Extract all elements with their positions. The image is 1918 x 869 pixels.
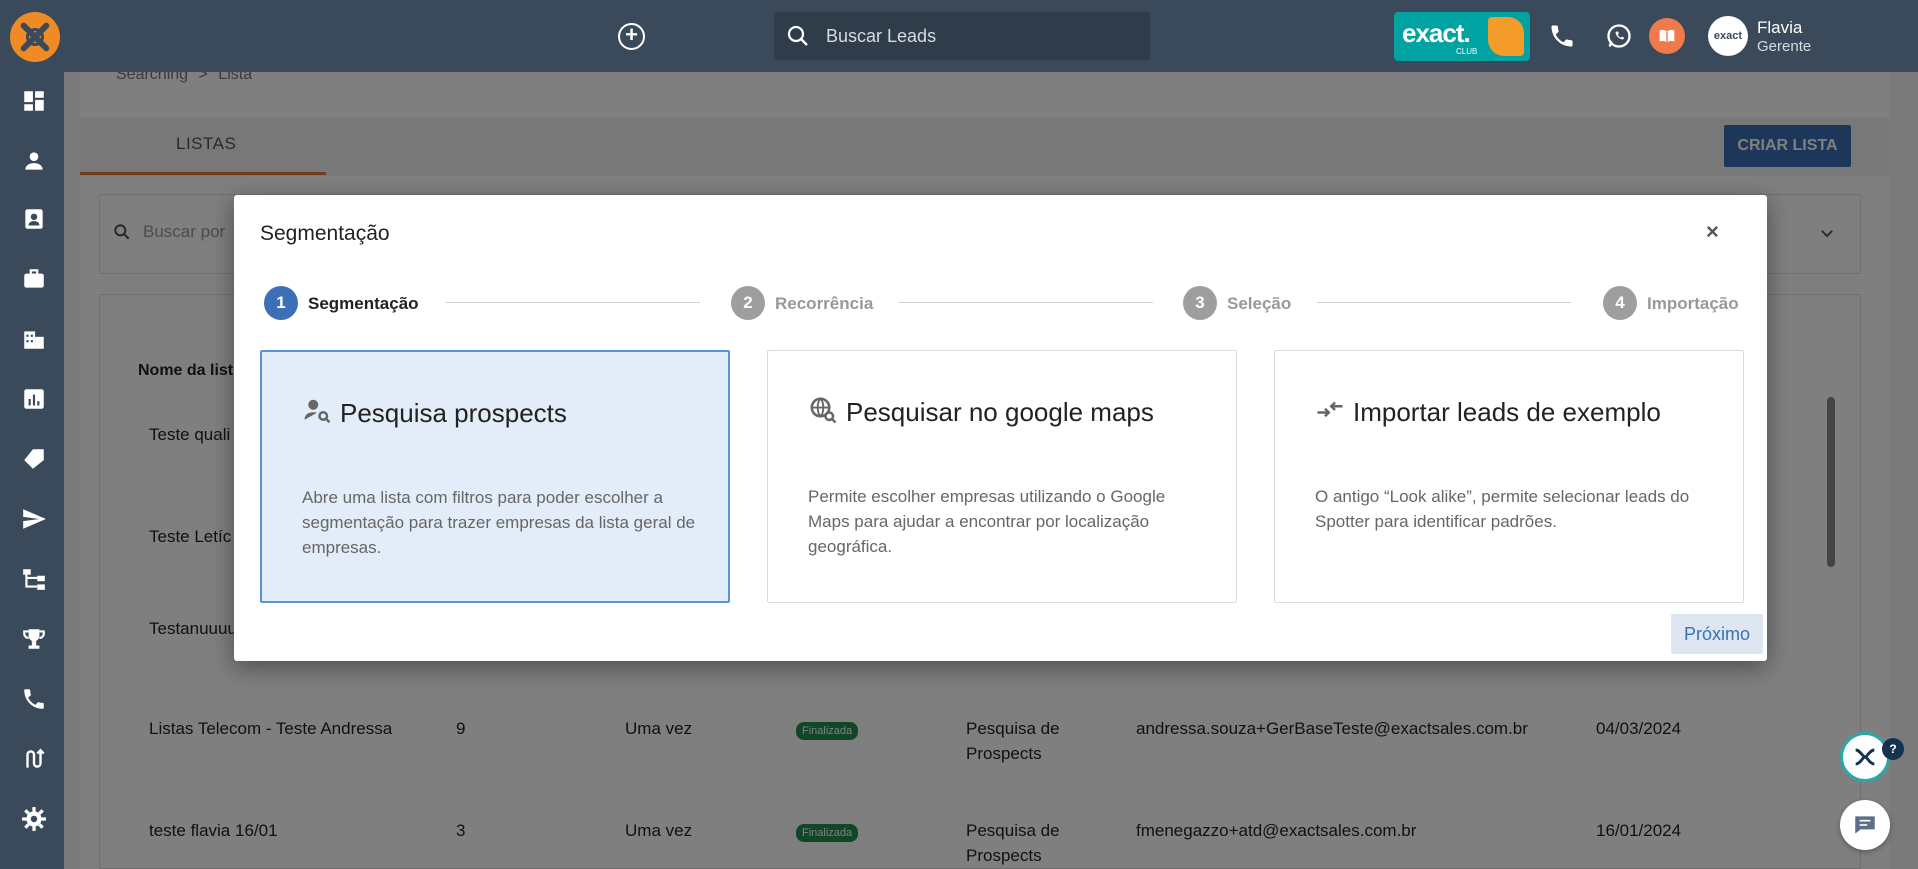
step-connector [446,302,700,303]
trophy-icon[interactable] [21,626,47,652]
option-google-maps[interactable]: Pesquisar no google maps Permite escolhe… [767,350,1237,603]
modal-title: Segmentação [260,222,390,245]
help-logo-icon [1855,748,1875,766]
option-description: O antigo “Look alike”, permite seleciona… [1315,487,1690,531]
step-4-number: 4 [1603,286,1637,320]
search-input[interactable]: Buscar Leads [774,12,1150,60]
option-description: Permite escolher empresas utilizando o G… [808,487,1166,556]
option-title: Pesquisa prospects [340,398,567,428]
brand-sub-text: CLUB [1456,47,1478,56]
segmentation-modal: Segmentação × 1 Segmentação 2 Recorrênci… [234,195,1767,661]
help-widget-button[interactable] [1840,732,1890,782]
option-title: Importar leads de exemplo [1353,397,1661,427]
app-logo[interactable] [10,12,60,62]
hierarchy-icon[interactable] [21,566,47,592]
phone-icon[interactable] [21,686,47,712]
next-button[interactable]: Próximo [1671,614,1763,654]
tag-icon[interactable] [21,446,47,472]
bar-chart-icon[interactable] [21,386,47,412]
dashboard-icon[interactable] [21,88,47,114]
building-icon[interactable] [21,326,47,352]
sidebar [0,72,64,869]
option-description: Abre uma lista com filtros para poder es… [302,488,696,557]
gear-icon[interactable] [21,806,47,832]
avatar[interactable]: exact [1708,16,1748,56]
search-placeholder: Buscar Leads [826,26,937,46]
step-3-label: Seleção [1227,294,1292,313]
step-3-number: 3 [1183,286,1217,320]
person-search-icon [304,399,331,424]
book-icon[interactable] [1649,18,1685,54]
chat-icon [1855,816,1875,834]
step-1-label: Segmentação [308,294,419,313]
person-icon[interactable] [21,148,47,174]
option-title: Pesquisar no google maps [846,397,1154,427]
club-badge-icon [1488,17,1524,56]
add-icon[interactable]: + [618,23,645,50]
exact-club-button[interactable]: exact. CLUB [1394,12,1530,61]
step-2-label: Recorrência [775,294,874,313]
brand-text: exact. [1402,18,1471,48]
chat-button[interactable] [1840,800,1890,850]
step-2-number: 2 [731,286,765,320]
step-connector [1317,302,1571,303]
globe-search-icon [810,397,837,424]
close-icon[interactable]: × [1706,219,1719,245]
contact-card-icon[interactable] [21,206,47,232]
import-arrows-icon [1317,401,1343,418]
step-connector [899,302,1153,303]
top-bar: + Buscar Leads exact. CLUB exact Flavia … [0,0,1918,72]
send-icon[interactable] [21,506,47,532]
route-icon[interactable] [21,746,47,772]
user-name[interactable]: Flavia [1757,18,1802,38]
user-role: Gerente [1757,38,1812,55]
help-badge[interactable]: ? [1882,738,1904,760]
step-4-label: Importação [1647,294,1739,313]
step-1-number: 1 [264,286,298,320]
search-icon [787,25,808,46]
phone-icon[interactable] [1548,22,1576,50]
option-importar-leads[interactable]: Importar leads de exemplo O antigo “Look… [1274,350,1744,603]
briefcase-icon[interactable] [21,266,47,292]
option-pesquisa-prospects[interactable]: Pesquisa prospects Abre uma lista com fi… [260,350,730,603]
whatsapp-icon[interactable] [1605,22,1633,50]
